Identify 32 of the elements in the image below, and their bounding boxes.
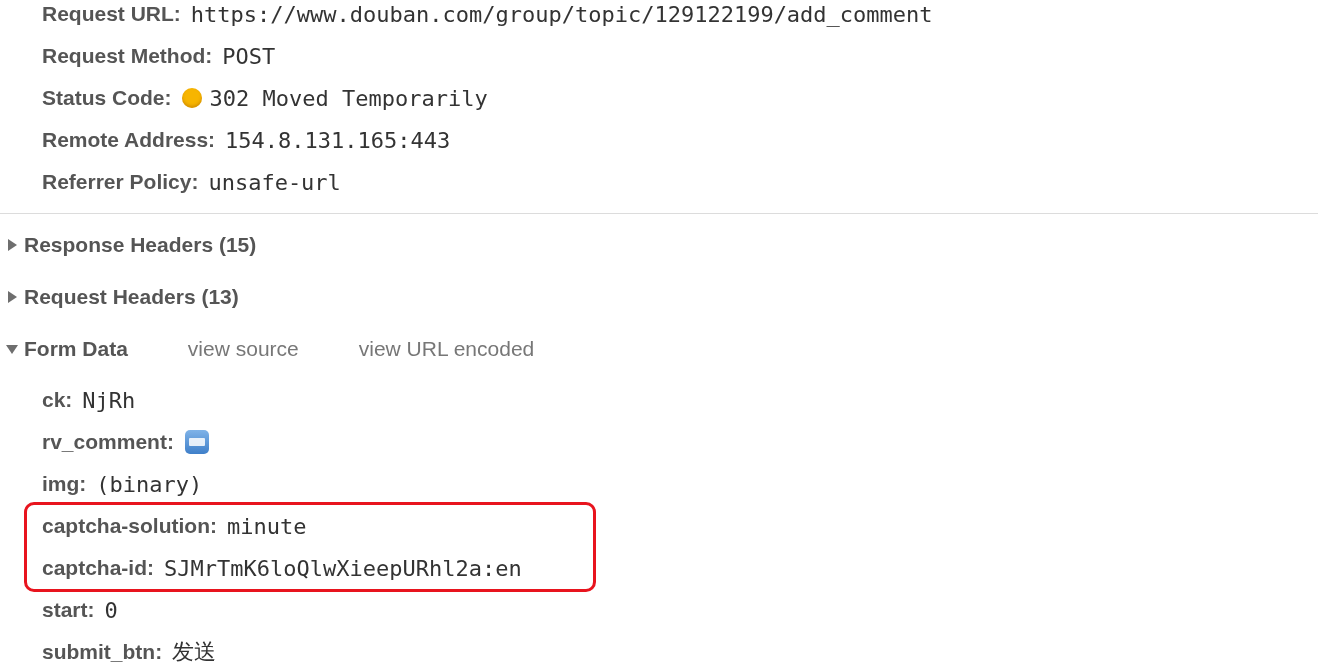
field-label: Remote Address: — [42, 128, 216, 152]
form-field-name: rv_comment: — [42, 430, 174, 454]
view-link[interactable]: view source — [187, 337, 299, 361]
form-field-value: 0 — [104, 597, 118, 623]
expanded-triangle-icon[interactable] — [6, 343, 18, 355]
form-field-value: NjRh — [82, 387, 136, 413]
section-header[interactable]: Request Headers (13) — [24, 285, 239, 309]
form-field-name: captcha-solution: — [42, 514, 217, 538]
field-value: 302 Moved Temporarily — [209, 85, 488, 111]
field-value: POST — [222, 43, 276, 69]
field-label: Referrer Policy: — [42, 170, 199, 194]
field-value: 154.8.131.165:443 — [225, 127, 451, 153]
emoji-icon — [183, 429, 210, 455]
form-field-value: minute — [227, 513, 307, 539]
collapsed-triangle-icon[interactable] — [6, 291, 18, 303]
section-header[interactable]: Response Headers (15) — [24, 233, 257, 257]
form-field-name: ck: — [42, 388, 73, 412]
form-field-value: 发送 — [172, 638, 217, 664]
field-label: Request URL: — [42, 2, 181, 26]
field-label: Status Code: — [42, 86, 172, 110]
field-value: unsafe-url — [208, 169, 341, 195]
form-field-name: start: — [42, 598, 95, 622]
form-field-name: img: — [42, 472, 87, 496]
view-link[interactable]: view URL encoded — [358, 337, 535, 361]
form-field-value: SJMrTmK6loQlwXieepURhl2a:en — [164, 555, 522, 581]
section-header[interactable]: Form Data — [24, 337, 128, 361]
collapsed-triangle-icon[interactable] — [6, 239, 18, 251]
field-label: Request Method: — [42, 44, 213, 68]
field-value: https://www.douban.com/group/topic/129122199/add_comment — [190, 1, 933, 27]
form-field-name: submit_btn: — [42, 640, 163, 664]
form-field-name: captcha-id: — [42, 556, 154, 580]
form-field-value: (binary) — [96, 471, 203, 497]
